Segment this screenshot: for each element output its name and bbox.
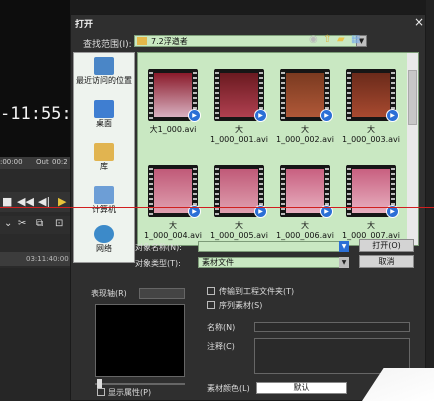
file-name: 大1_000_001.avi — [209, 125, 269, 144]
media-badge-icon: ▶ — [254, 109, 267, 122]
place-library[interactable]: 库 — [74, 143, 134, 172]
clip-color-button[interactable]: 默认 — [256, 382, 347, 394]
file-list: ▶ 大1_000.avi ▶ 大1_000_001.avi ▶ 大1_000_0… — [137, 52, 419, 246]
close-icon[interactable]: × — [414, 15, 424, 29]
file-name: 大1_000_007.avi — [341, 221, 401, 240]
file-item[interactable]: ▶ 大1_000_003.avi — [338, 69, 404, 149]
chevron-down-icon[interactable]: ▼ — [339, 257, 349, 268]
timeline-tools: ⌄ ✂ ⧉ ⊡ — [0, 216, 70, 234]
new-folder-icon[interactable]: ▰ — [337, 34, 345, 45]
out-label: Out — [36, 158, 49, 166]
file-name: 大1_000.avi — [149, 125, 197, 134]
file-name: 大1_000_004.avi — [143, 221, 203, 240]
dialog-title: 打开 — [75, 20, 94, 30]
show-props-checkbox[interactable] — [97, 388, 105, 396]
timeline-ruler: 03:11:40:00 — [0, 252, 70, 266]
file-name: 大1_000_006.avi — [275, 221, 335, 240]
timecode-display: -11:55: — [0, 104, 72, 124]
back-icon[interactable]: ◉ — [309, 34, 318, 45]
file-name: 大1_000_005.avi — [209, 221, 269, 240]
place-label: 库 — [100, 162, 108, 171]
ruler-timecode: 03:11:40:00 — [26, 255, 69, 263]
place-network[interactable]: 网络 — [74, 225, 134, 254]
file-item[interactable]: ▶ 大1_000_006.avi — [272, 165, 338, 245]
file-name: 大1_000_003.avi — [341, 125, 401, 144]
in-out-timecode-row: :00:00 Out 00:2 — [0, 157, 70, 169]
media-badge-icon: ▶ — [320, 109, 333, 122]
red-guide-line — [0, 207, 434, 208]
recent-places-icon — [94, 57, 114, 75]
copy-tool-icon[interactable]: ⧉ — [36, 218, 43, 229]
file-item[interactable]: ▶ 大1_000.avi — [140, 69, 206, 149]
file-item[interactable]: ▶ 大1_000_004.avi — [140, 165, 206, 245]
up-folder-icon[interactable]: ⇧ — [323, 34, 331, 45]
lookin-label: 查找范围(I): — [83, 40, 132, 50]
timeline-tracks — [0, 268, 70, 401]
place-label: 网络 — [96, 244, 112, 253]
library-icon — [94, 143, 114, 161]
computer-icon — [94, 186, 114, 204]
object-name-label: 对象名称(N): — [135, 243, 182, 252]
editor-background-right — [426, 0, 434, 401]
open-button[interactable]: 打开(O) — [359, 239, 414, 252]
preview-timecode-field[interactable] — [139, 288, 185, 299]
sequence-label: 序列素材(S) — [219, 301, 263, 310]
transport-bar: ■ ◀◀ ◀| ▶ — [0, 192, 70, 212]
transfer-label: 传输到工程文件夹(T) — [219, 287, 295, 296]
dropdown-tool-icon[interactable]: ⌄ — [4, 218, 12, 229]
object-name-input[interactable] — [198, 241, 340, 252]
cancel-button[interactable]: 取消 — [359, 255, 414, 268]
out-timecode: 00:2 — [52, 158, 68, 166]
media-badge-icon: ▶ — [386, 109, 399, 122]
note-label: 注释(C) — [207, 342, 235, 351]
name-label: 名称(N) — [207, 323, 236, 332]
transfer-checkbox[interactable] — [207, 287, 215, 295]
preview-slider-thumb[interactable] — [97, 379, 102, 388]
place-label: 桌面 — [96, 119, 112, 128]
media-badge-icon: ▶ — [188, 109, 201, 122]
expand-tool-icon[interactable]: ⊡ — [55, 218, 63, 229]
show-props-label: 显示属性(P) — [108, 388, 152, 397]
file-item[interactable]: ▶ 大1_000_005.avi — [206, 165, 272, 245]
folder-icon — [137, 37, 147, 45]
file-name: 大1_000_002.avi — [275, 125, 335, 144]
preview-label: 表现轴(R) — [91, 289, 127, 298]
view-menu-icon[interactable]: ▦ — [351, 34, 360, 45]
file-item[interactable]: ▶ 大1_000_001.avi — [206, 69, 272, 149]
object-type-select[interactable]: 素材文件 — [198, 257, 340, 268]
preview-window — [95, 304, 185, 377]
places-bar: 最近访问的位置 桌面 库 计算机 网络 — [73, 52, 135, 263]
place-recent[interactable]: 最近访问的位置 — [74, 57, 134, 86]
in-timecode: :00:00 — [0, 158, 23, 166]
place-desktop[interactable]: 桌面 — [74, 100, 134, 129]
network-icon — [94, 225, 114, 243]
desktop-icon — [94, 100, 114, 118]
sequence-checkbox[interactable] — [207, 301, 215, 309]
lookin-value: 7.2浮遒者 — [151, 37, 188, 46]
place-computer[interactable]: 计算机 — [74, 186, 134, 215]
place-label: 最近访问的位置 — [76, 76, 132, 85]
chevron-down-icon[interactable]: ▼ — [339, 241, 349, 252]
clip-color-label: 素材颜色(L) — [207, 384, 250, 393]
scrollbar-thumb[interactable] — [408, 70, 417, 125]
name-field[interactable] — [254, 322, 410, 332]
preview-monitor — [0, 0, 70, 160]
object-type-label: 对象类型(T): — [135, 259, 181, 268]
file-item[interactable]: ▶ 大1_000_002.avi — [272, 69, 338, 149]
cut-tool-icon[interactable]: ✂ — [18, 218, 26, 229]
preview-slider-track[interactable] — [95, 383, 185, 385]
file-item[interactable]: ▶ 大1_000_007.avi — [338, 165, 404, 245]
